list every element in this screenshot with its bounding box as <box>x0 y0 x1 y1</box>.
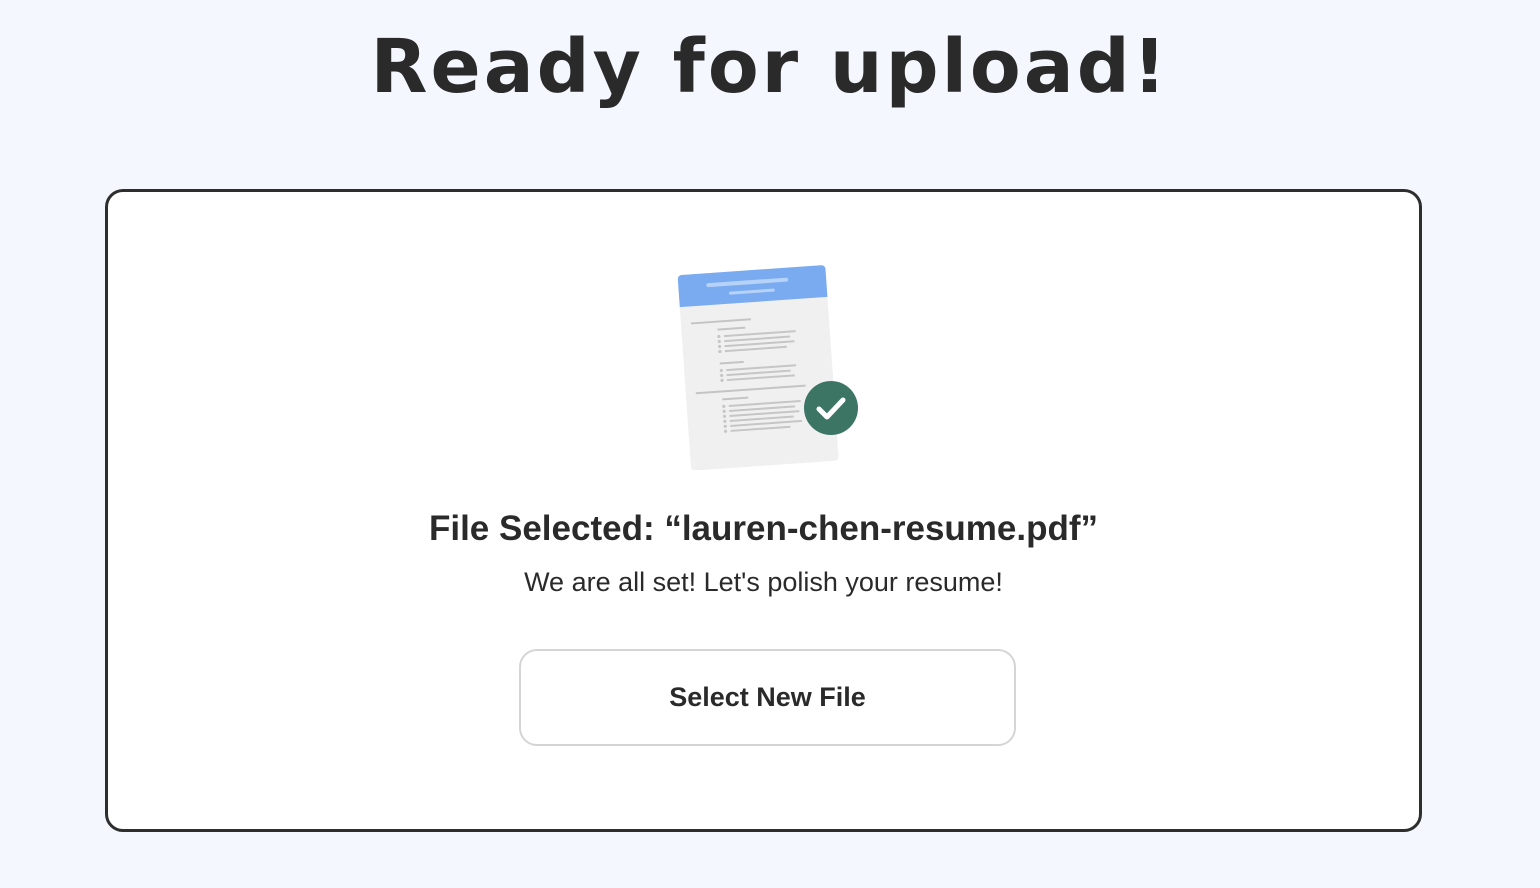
file-selected-title: File Selected: “lauren-chen-resume.pdf” <box>428 509 1099 548</box>
resume-document-icon <box>677 265 858 471</box>
check-circle-icon <box>804 381 858 435</box>
select-new-file-button[interactable]: Select New File <box>519 649 1016 746</box>
upload-card: File Selected: “lauren-chen-resume.pdf” … <box>105 189 1422 832</box>
resume-document-illustration <box>676 260 866 471</box>
page-title: Ready for upload! <box>370 24 1170 110</box>
status-message: We are all set! Let's polish your resume… <box>524 567 1003 597</box>
